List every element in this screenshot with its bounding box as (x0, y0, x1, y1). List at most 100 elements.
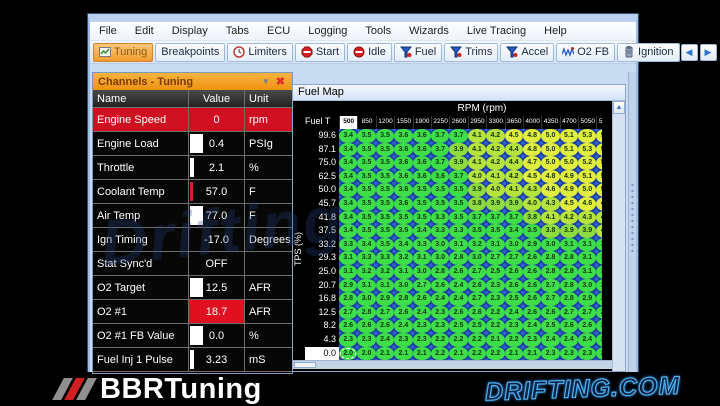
fuel-cell[interactable]: 5.1 (578, 170, 596, 184)
fuel-cell[interactable]: 3.9 (449, 156, 467, 170)
fuel-cell[interactable]: 2.7 (468, 265, 486, 279)
rpm-header-1550[interactable]: 1550 (394, 116, 412, 129)
tab-o2-fb[interactable]: O2 FB (556, 43, 615, 62)
rpm-header-1900[interactable]: 1900 (413, 116, 431, 129)
fuel-cell[interactable]: 4.8 (523, 143, 541, 157)
fuel-cell[interactable]: 3.7 (431, 156, 449, 170)
fuel-cell[interactable]: 3.5 (376, 170, 394, 184)
fuel-cell[interactable]: 2.4 (376, 333, 394, 347)
fuel-cell[interactable]: 3.2 (596, 238, 602, 252)
fuel-cell[interactable]: 2.2 (468, 333, 486, 347)
tps-row-label-62.5[interactable]: 62.5 (305, 170, 339, 184)
fuel-cell[interactable]: 3.4 (339, 143, 357, 157)
tab-breakpoints[interactable]: Breakpoints (155, 43, 225, 62)
vertical-scrollbar[interactable]: ▲ (612, 101, 625, 371)
fuel-cell[interactable]: 3.6 (431, 170, 449, 184)
fuel-cell[interactable]: 2.0 (339, 347, 357, 361)
fuel-cell[interactable]: 3.1 (449, 238, 467, 252)
fuel-cell[interactable]: 2.6 (468, 306, 486, 320)
fuel-cell[interactable]: 2.3 (486, 279, 504, 293)
rpm-header-500[interactable]: 500 (339, 116, 357, 129)
fuel-cell[interactable]: 3.9 (486, 197, 504, 211)
fuel-cell[interactable]: 5.1 (560, 143, 578, 157)
fuel-cell[interactable]: 3.6 (394, 170, 412, 184)
fuel-cell[interactable]: 2.6 (394, 306, 412, 320)
fuel-cell[interactable]: 3.6 (413, 143, 431, 157)
fuel-cell[interactable]: 2.6 (376, 319, 394, 333)
fuel-cell[interactable]: 3.4 (339, 183, 357, 197)
fuel-cell[interactable]: 2.2 (468, 347, 486, 361)
fuel-cell[interactable]: 3.5 (449, 183, 467, 197)
fuel-cell[interactable]: 2.4 (560, 333, 578, 347)
menu-item-wizards[interactable]: Wizards (400, 25, 458, 37)
fuel-cell[interactable]: 3.1 (596, 251, 602, 265)
fuel-cell[interactable]: 2.2 (596, 347, 602, 361)
rpm-header-4700[interactable]: 4700 (560, 116, 578, 129)
fuel-cell[interactable]: 3.5 (357, 197, 375, 211)
fuel-cell[interactable]: 5.0 (578, 183, 596, 197)
fuel-cell[interactable]: 4.1 (468, 129, 486, 143)
fuel-cell[interactable]: 3.9 (505, 197, 523, 211)
tps-row-label-87.1[interactable]: 87.1 (305, 143, 339, 157)
fuel-cell[interactable]: 3.1 (560, 238, 578, 252)
fuel-cell[interactable]: 3.7 (431, 143, 449, 157)
menu-item-logging[interactable]: Logging (299, 25, 356, 37)
fuel-cell[interactable]: 2.3 (541, 347, 559, 361)
fuel-cell[interactable]: 3.6 (413, 129, 431, 143)
fuel-cell[interactable]: 3.5 (376, 197, 394, 211)
fuel-cell[interactable]: 2.8 (596, 306, 602, 320)
fuel-cell[interactable]: 3.3 (413, 238, 431, 252)
channel-row-throttle[interactable]: Throttle2.1% (93, 156, 292, 180)
fuel-cell[interactable]: 2.6 (560, 319, 578, 333)
rpm-header-850[interactable]: 850 (357, 116, 375, 129)
fuel-cell[interactable]: 5.4 (596, 143, 602, 157)
tps-row-label-99.6[interactable]: 99.6 (305, 129, 339, 143)
fuel-cell[interactable]: 3.1 (339, 251, 357, 265)
fuel-cell[interactable]: 2.4 (578, 333, 596, 347)
fuel-cell[interactable]: 2.1 (394, 347, 412, 361)
fuel-cell[interactable]: 3.1 (394, 265, 412, 279)
tps-row-label-33.2[interactable]: 33.2 (305, 238, 339, 252)
fuel-cell[interactable]: 5.3 (578, 129, 596, 143)
menu-item-edit[interactable]: Edit (126, 25, 163, 37)
fuel-cell[interactable]: 4.6 (541, 183, 559, 197)
fuel-cell[interactable]: 3.8 (541, 224, 559, 238)
fuel-cell[interactable]: 3.0 (413, 265, 431, 279)
fuel-cell[interactable]: 4.8 (523, 129, 541, 143)
fuel-cell[interactable]: 3.5 (431, 197, 449, 211)
tps-row-label-50[interactable]: 50.0 (305, 183, 339, 197)
fuel-cell[interactable]: 4.1 (468, 143, 486, 157)
tps-row-label-45.7[interactable]: 45.7 (305, 197, 339, 211)
fuel-cell[interactable]: 3.3 (339, 238, 357, 252)
tab-idle[interactable]: Idle (347, 43, 392, 62)
fuel-cell[interactable]: 3.5 (413, 211, 431, 225)
tps-row-label-41.8[interactable]: 41.8 (305, 211, 339, 225)
channel-row-engine-load[interactable]: Engine Load0.4PSIg (93, 132, 292, 156)
fuel-cell[interactable]: 5.4 (596, 129, 602, 143)
fuel-cell[interactable]: 2.7 (578, 306, 596, 320)
fuel-cell[interactable]: 2.9 (596, 292, 602, 306)
fuel-cell[interactable]: 3.5 (357, 143, 375, 157)
fuel-cell[interactable]: 3.1 (339, 265, 357, 279)
fuel-cell[interactable]: 2.6 (505, 265, 523, 279)
fuel-cell[interactable]: 3.1 (486, 238, 504, 252)
fuel-cell[interactable]: 3.1 (413, 251, 431, 265)
chevron-down-icon[interactable]: ▼ (258, 77, 274, 86)
horizontal-scrollbar[interactable] (293, 360, 625, 369)
fuel-cell[interactable]: 3.5 (486, 224, 504, 238)
fuel-cell[interactable]: 3.8 (468, 197, 486, 211)
fuel-cell[interactable]: 3.7 (505, 211, 523, 225)
fuel-cell[interactable]: 2.4 (449, 279, 467, 293)
fuel-cell[interactable]: 3.7 (449, 129, 467, 143)
rpm-header-1200[interactable]: 1200 (376, 116, 394, 129)
close-icon[interactable]: ✖ (274, 75, 287, 88)
fuel-cell[interactable]: 3.5 (376, 143, 394, 157)
fuel-cell[interactable]: 2.1 (523, 347, 541, 361)
fuel-cell[interactable]: 3.3 (357, 251, 375, 265)
fuel-cell[interactable]: 4.3 (578, 211, 596, 225)
fuel-cell[interactable]: 3.1 (376, 279, 394, 293)
fuel-cell[interactable]: 2.2 (486, 306, 504, 320)
fuel-cell[interactable]: 2.6 (541, 306, 559, 320)
rpm-header-5050[interactable]: 5050 (578, 116, 596, 129)
fuel-cell[interactable]: 2.6 (468, 279, 486, 293)
